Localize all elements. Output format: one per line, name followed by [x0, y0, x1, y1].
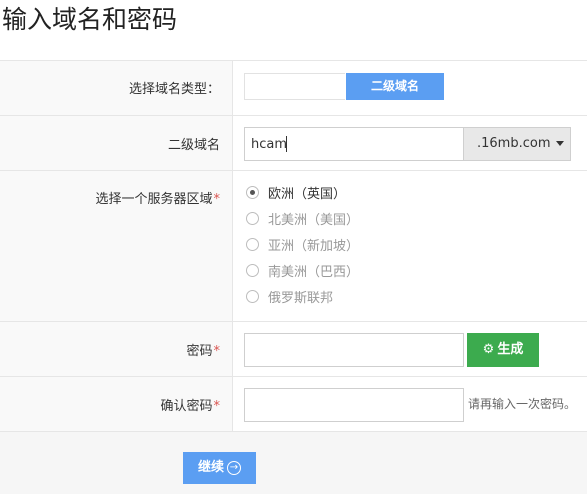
- radio-button[interactable]: [246, 264, 259, 277]
- caret-down-icon: [555, 141, 564, 146]
- region-row: 选择一个服务器区域* 欧洲（英国） 北美洲（美国） 亚洲（新加坡） 南美洲（巴西） 俄罗…: [0, 171, 587, 322]
- continue-button[interactable]: 继续 →: [183, 452, 256, 484]
- password-row: 密码* ⚙ 生成: [0, 322, 587, 377]
- radio-button[interactable]: [246, 290, 259, 303]
- domain-type-label: 选择域名类型：: [128, 82, 220, 97]
- page-title: 输入域名和密码: [2, 5, 178, 34]
- confirm-password-row: 确认密码* 请再输入一次密码。: [0, 377, 587, 432]
- region-option-label: 南美洲（巴西）: [268, 265, 360, 280]
- radio-button[interactable]: [246, 186, 259, 199]
- required-marker: *: [213, 192, 221, 207]
- confirm-password-input[interactable]: [244, 388, 464, 422]
- domain-suffix-value: .16mb.com: [477, 136, 551, 151]
- text-caret: [286, 136, 287, 152]
- domain-type-option-blank[interactable]: [244, 73, 345, 100]
- arrow-right-circle-icon: →: [227, 460, 241, 475]
- confirm-password-hint: 请再输入一次密码。: [468, 397, 577, 411]
- gear-icon: ⚙: [482, 342, 495, 357]
- domain-suffix-dropdown[interactable]: .16mb.com: [463, 127, 571, 161]
- radio-button[interactable]: [246, 212, 259, 225]
- radio-button[interactable]: [246, 238, 259, 251]
- generate-password-button[interactable]: ⚙ 生成: [467, 333, 539, 367]
- region-label: 选择一个服务器区域: [95, 192, 213, 207]
- password-label: 密码: [186, 344, 213, 359]
- form-footer: 继续 →: [0, 432, 587, 494]
- domain-type-row: 选择域名类型： 二级域名: [0, 61, 587, 116]
- continue-button-label: 继续: [197, 460, 224, 475]
- subdomain-option-button[interactable]: 二级域名: [346, 73, 444, 100]
- domain-form: 选择域名类型： 二级域名 二级域名 .16mb.com 选择一个服务器区域* 欧…: [0, 60, 587, 432]
- region-option-label: 北美洲（美国）: [268, 213, 360, 228]
- region-option-label: 欧洲（英国）: [268, 187, 347, 202]
- domain-type-toggle: 二级域名: [244, 73, 444, 100]
- region-option-label: 俄罗斯联邦: [268, 291, 334, 306]
- confirm-password-label: 确认密码: [160, 399, 213, 414]
- subdomain-label: 二级域名: [167, 138, 220, 153]
- subdomain-row: 二级域名 .16mb.com: [0, 116, 587, 171]
- subdomain-input[interactable]: [244, 127, 464, 161]
- required-marker: *: [213, 399, 221, 414]
- generate-button-label: 生成: [497, 342, 524, 357]
- password-input[interactable]: [244, 333, 464, 367]
- required-marker: *: [213, 344, 221, 359]
- region-option-label: 亚洲（新加坡）: [268, 239, 360, 254]
